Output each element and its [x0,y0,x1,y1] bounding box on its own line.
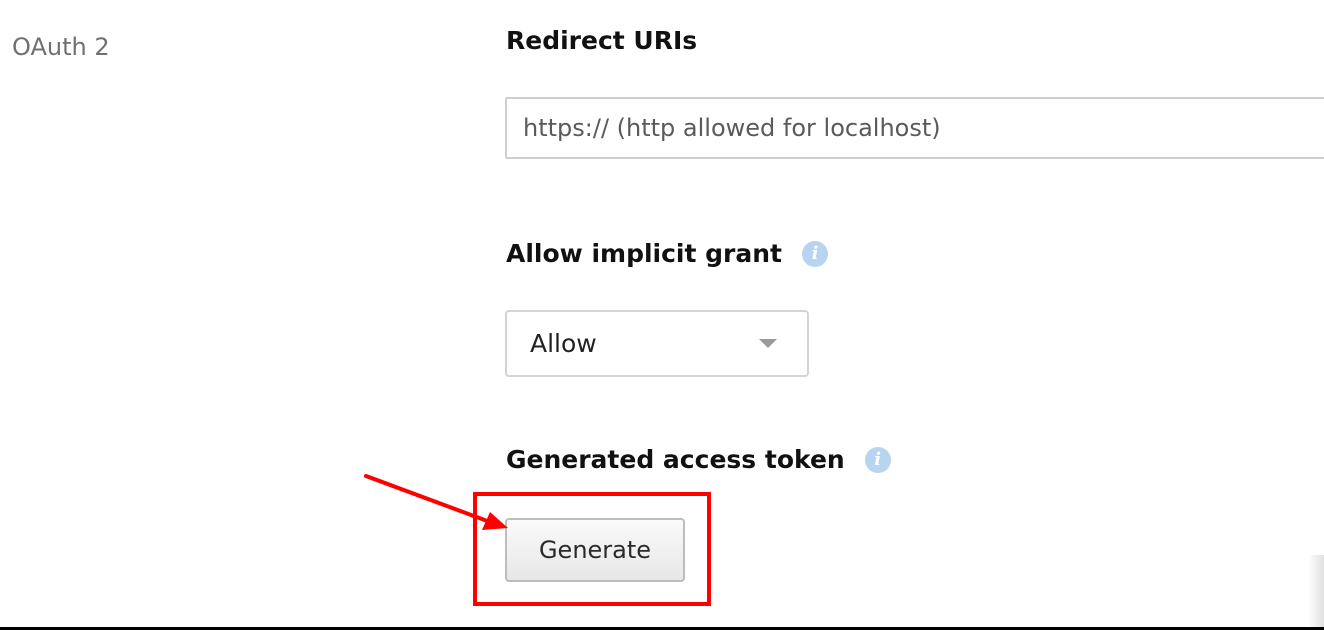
redirect-uri-input[interactable] [505,97,1324,159]
access-token-label: Generated access token [506,445,845,474]
info-icon[interactable]: i [802,240,829,267]
implicit-grant-heading: Allow implicit grant i [506,239,829,268]
redirect-uris-heading: Redirect URIs [506,26,697,55]
section-label-oauth2: OAuth 2 [12,33,110,61]
access-token-heading: Generated access token i [506,445,891,474]
implicit-grant-selected-value: Allow [530,329,597,358]
edge-shadow [1308,555,1324,627]
chevron-down-icon [759,339,777,348]
generate-token-button[interactable]: Generate [505,518,685,582]
implicit-grant-label: Allow implicit grant [506,239,783,268]
oauth-settings-page: OAuth 2 Redirect URIs Allow implicit gra… [0,0,1324,630]
info-icon[interactable]: i [864,446,891,473]
implicit-grant-select[interactable]: Allow [505,310,809,377]
redirect-uris-label: Redirect URIs [506,26,698,55]
